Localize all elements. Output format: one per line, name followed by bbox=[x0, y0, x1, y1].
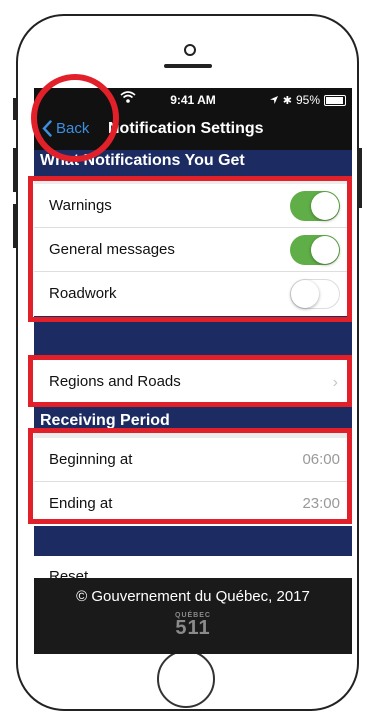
speaker-grille bbox=[164, 64, 212, 68]
spacer-band-2 bbox=[34, 526, 352, 556]
spacer-band bbox=[34, 316, 352, 360]
status-right: ✱ 95% bbox=[269, 93, 346, 107]
volume-down-button bbox=[13, 204, 17, 248]
battery-fill bbox=[326, 96, 344, 104]
highlight-notifications-box bbox=[28, 176, 352, 322]
mute-switch bbox=[13, 98, 17, 120]
highlight-period-box bbox=[28, 428, 352, 524]
copyright-text: © Gouvernement du Québec, 2017 bbox=[76, 588, 310, 605]
page-title: Notification Settings bbox=[108, 120, 264, 137]
volume-up-button bbox=[13, 148, 17, 192]
bluetooth-icon: ✱ bbox=[282, 94, 292, 107]
power-button bbox=[358, 148, 362, 208]
logo-main-text: 511 bbox=[175, 617, 211, 639]
home-button[interactable] bbox=[157, 650, 215, 708]
highlight-regions-box bbox=[28, 355, 352, 407]
battery-percent: 95% bbox=[295, 93, 320, 107]
quebec-511-logo: QUÉBEC 511 bbox=[172, 612, 214, 640]
location-icon bbox=[269, 96, 278, 104]
front-camera bbox=[184, 44, 196, 56]
app-footer: © Gouvernement du Québec, 2017 QUÉBEC 51… bbox=[34, 578, 352, 654]
battery-icon bbox=[324, 94, 346, 106]
highlight-back-circle bbox=[31, 74, 119, 162]
